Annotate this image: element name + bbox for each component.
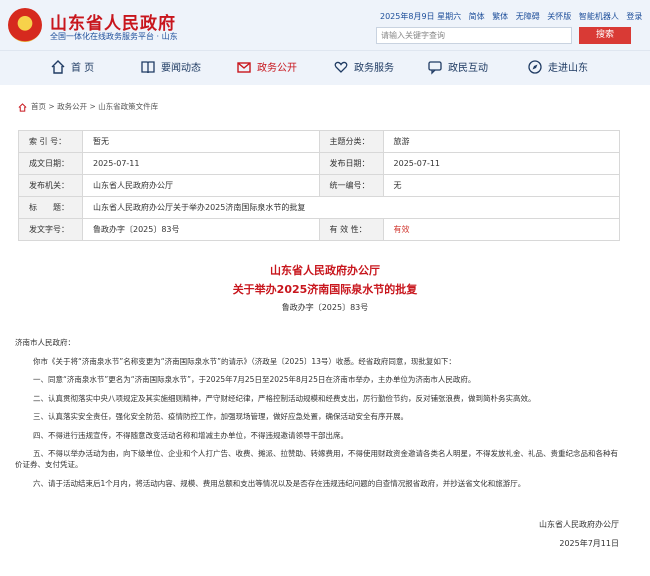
breadcrumb-home[interactable]: 首页 [31,102,46,111]
article-paragraph: 一、同意“济南泉水节”更名为“济南国际泉水节”，于2025年7月25日至2025… [33,375,476,384]
meta-docno-label: 发文字号： [18,218,83,241]
document-meta-table: 索 引 号： 暂无 主题分类： 旅游 成文日期： 2025-07-11 发布日期… [18,130,621,241]
book-icon [141,61,155,74]
link-care-mode[interactable]: 关怀版 [547,12,571,21]
meta-row: 索 引 号： 暂无 主题分类： 旅游 [18,130,621,153]
meta-serial-label: 统一编号： [318,174,384,197]
article-paragraph: 五、不得以举办活动为由，向下级单位、企业和个人打广告、收费、摊派、拉赞助、转嫁费… [15,449,618,469]
meta-issuer-value: 山东省人民政府办公厅 [81,174,320,197]
home-icon [51,60,65,74]
compass-icon [528,60,542,74]
meta-docno-value: 鲁政办字〔2025〕83号 [81,218,320,241]
current-date: 2025年8月9日 星期六 [380,12,462,21]
meta-index-value: 暂无 [81,130,320,153]
breadcrumb-separator: > [89,102,96,111]
meta-validity-value: 有效 [382,218,621,241]
article-doc-number: 鲁政办字〔2025〕83号 [281,303,369,312]
nav-home[interactable]: 首 页 [50,51,94,86]
meta-row: 成文日期： 2025-07-11 发布日期： 2025-07-11 [18,152,621,175]
meta-created-label: 成文日期： [18,152,83,175]
nav-shandong-label: 走进山东 [548,63,588,74]
top-links: 2025年8月9日 星期六 简体 繁体 无障碍 关怀版 智能机器人 登录 注册 [380,11,650,22]
nav-shandong[interactable]: 走进山东 [527,51,588,86]
meta-category-label: 主题分类： [318,130,384,153]
mail-icon [237,62,251,73]
meta-validity-label: 有 效 性： [318,218,384,241]
nav-gov-service-label: 政务服务 [354,63,394,74]
meta-row: 发文字号： 鲁政办字〔2025〕83号 有 效 性： 有效 [18,218,621,241]
breadcrumb-separator: > [48,102,55,111]
article-paragraph: 你市《关于将“济南泉水节”名称变更为“济南国际泉水节”的请示》（济政呈〔2025… [33,356,456,366]
meta-published-label: 发布日期： [318,152,384,175]
nav-news-label: 要闻动态 [161,63,201,74]
article-date: 2025年7月11日 [559,539,619,548]
nav-interaction-label: 政民互动 [448,63,488,74]
article-paragraph: 四、不得进行违规宣传，不得随意改变活动名称和增减主办单位，不得违规邀请领导干部出… [33,430,348,440]
home-icon [18,102,27,112]
nav-home-label: 首 页 [71,63,95,74]
breadcrumb-policy-library[interactable]: 山东省政策文件库 [98,102,158,111]
article-paragraph: 三、认真落实安全责任，强化安全防范、疫情防控工作，加强现场管理，做好应急处置，确… [33,412,408,421]
search-input[interactable] [376,27,572,44]
nav-gov-service[interactable]: 政务服务 [333,51,394,86]
site-header: 山东省人民政府 全国一体化在线政务服务平台 · 山东 2025年8月9日 星期六… [0,0,650,50]
link-accessibility[interactable]: 无障碍 [516,12,540,21]
link-simplified[interactable]: 简体 [469,12,485,21]
link-login[interactable]: 登录 [626,12,642,21]
breadcrumb: 首页 > 政务公开 > 山东省政策文件库 [18,101,158,112]
chat-icon [428,61,442,75]
nav-gov-info[interactable]: 政务公开 [236,51,297,86]
nav-interaction[interactable]: 政民互动 [427,51,488,86]
meta-category-value: 旅游 [382,130,621,153]
article-body: 济南市人民政府： 你市《关于将“济南泉水节”名称变更为“济南国际泉水节”的请示》… [15,337,625,496]
article-paragraph: 二、认真贯彻落实中央八项规定及其实施细则精神，严守财经纪律，严格控制活动规模和经… [33,393,536,403]
nav-news[interactable]: 要闻动态 [140,51,201,86]
article-signature: 山东省人民政府办公厅 [539,520,619,529]
article-title: 关于举办2025济南国际泉水节的批复 [232,283,418,296]
search-button[interactable]: 搜索 [579,27,631,44]
article-issuer-heading: 山东省人民政府办公厅 [270,264,380,277]
article-addressee: 济南市人民政府： [15,338,75,347]
meta-row: 发布机关： 山东省人民政府办公厅 统一编号： 无 [18,174,621,197]
main-nav: 首 页 要闻动态 政务公开 政务服务 政民互动 走进山东 [0,50,650,85]
meta-published-value: 2025-07-11 [382,152,621,175]
meta-title-label: 标 题： [18,196,83,219]
nav-gov-info-label: 政务公开 [257,63,297,74]
meta-issuer-label: 发布机关： [18,174,83,197]
breadcrumb-gov-info[interactable]: 政务公开 [57,102,87,111]
link-robot[interactable]: 智能机器人 [579,12,619,21]
site-subtitle: 全国一体化在线政务服务平台 · 山东 [50,32,178,41]
meta-index-label: 索 引 号： [18,130,83,153]
national-emblem-icon[interactable] [8,8,42,42]
link-traditional[interactable]: 繁体 [492,12,508,21]
heart-hands-icon [334,61,348,73]
article-paragraph: 六、请于活动结束后1个月内，将活动内容、规模、费用总额和支出等情况以及是否存在违… [33,478,526,488]
meta-serial-value: 无 [382,174,621,197]
meta-title-value: 山东省人民政府办公厅关于举办2025济南国际泉水节的批复 [81,196,621,219]
meta-created-value: 2025-07-11 [81,152,320,175]
meta-row: 标 题： 山东省人民政府办公厅关于举办2025济南国际泉水节的批复 [18,196,621,219]
